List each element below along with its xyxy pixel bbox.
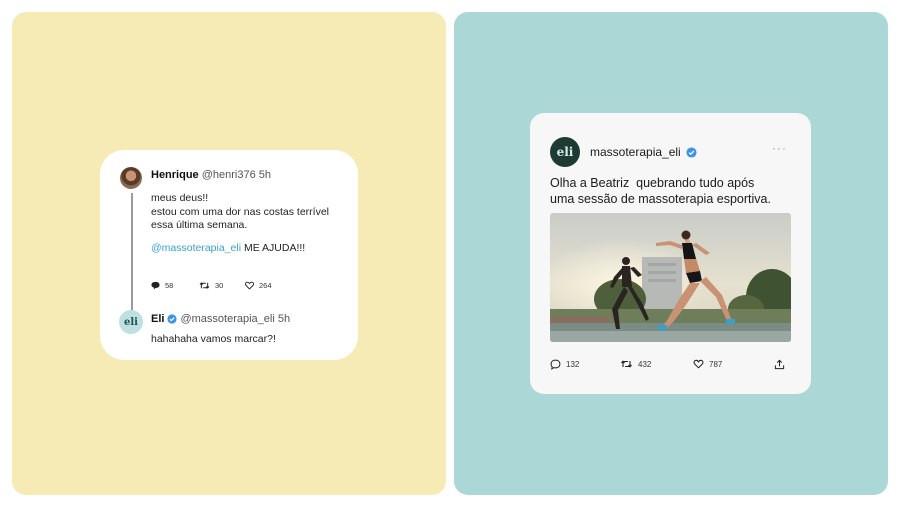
reply-button[interactable]: 58 bbox=[151, 281, 199, 290]
reply-count: 58 bbox=[165, 281, 174, 290]
retweet-icon bbox=[621, 360, 632, 368]
reply-body: hahahaha vamos marcar?! bbox=[151, 333, 276, 345]
tweet-line: meus deus!! bbox=[151, 192, 209, 204]
retweet-button[interactable]: 30 bbox=[199, 281, 245, 290]
tweet-actions: 58 30 264 bbox=[151, 281, 272, 290]
like-count: 264 bbox=[259, 281, 272, 290]
heart-icon bbox=[693, 359, 704, 369]
heart-icon bbox=[245, 281, 254, 290]
tweet-header: Henrique @henri376 5h bbox=[151, 169, 271, 181]
reply-header: Eli @massoterapia_eli 5h bbox=[151, 313, 290, 325]
author-name[interactable]: Eli bbox=[151, 313, 164, 325]
comment-count: 132 bbox=[566, 360, 580, 369]
comment-icon bbox=[550, 359, 561, 370]
post-card: eli massoterapia_eli ··· Olha a Beatriz … bbox=[530, 113, 811, 394]
retweet-count: 432 bbox=[638, 359, 652, 369]
avatar-text: eli bbox=[124, 316, 138, 328]
retweet-button[interactable]: 432 bbox=[620, 359, 651, 369]
post-actions: 132 432 787 bbox=[550, 359, 791, 373]
retweet-icon bbox=[199, 282, 210, 289]
tweet-thread-card: Henrique @henri376 5h meus deus!! estou … bbox=[100, 150, 358, 360]
like-count: 787 bbox=[709, 359, 723, 369]
like-button[interactable]: 264 bbox=[245, 281, 272, 290]
avatar[interactable] bbox=[120, 167, 142, 189]
speech-bubble-icon bbox=[151, 281, 160, 290]
avatar[interactable]: eli bbox=[550, 137, 580, 167]
tweet-line: estou com uma dor nas costas terrível bbox=[151, 205, 329, 218]
avatar[interactable]: eli bbox=[119, 310, 143, 334]
verified-badge-icon bbox=[686, 146, 697, 158]
post-header: massoterapia_eli bbox=[590, 145, 697, 159]
author-meta: @massoterapia_eli 5h bbox=[180, 313, 291, 325]
share-button[interactable] bbox=[774, 359, 785, 370]
more-options-icon[interactable]: ··· bbox=[772, 141, 787, 155]
author-handle[interactable]: massoterapia_eli bbox=[590, 145, 681, 159]
thread-connector-line bbox=[131, 193, 133, 313]
author-meta: @henri376 5h bbox=[201, 169, 272, 181]
verified-badge-icon bbox=[167, 314, 178, 324]
mention-suffix: ME AJUDA!!! bbox=[241, 242, 306, 254]
share-icon bbox=[774, 359, 785, 370]
post-text: Olha a Beatriz quebrando tudo após uma s… bbox=[550, 176, 771, 206]
tweet-line: essa última semana. bbox=[151, 219, 248, 231]
comment-button[interactable]: 132 bbox=[550, 359, 579, 370]
mention-link[interactable]: @massoterapia_eli bbox=[151, 242, 241, 254]
author-name[interactable]: Henrique bbox=[151, 169, 199, 181]
post-photo[interactable] bbox=[550, 213, 791, 342]
tweet-mention-line: @massoterapia_eli ME AJUDA!!! bbox=[151, 242, 305, 254]
tweet-body: meus deus!! estou com uma dor nas costas… bbox=[151, 192, 329, 233]
retweet-count: 30 bbox=[215, 281, 224, 290]
like-button[interactable]: 787 bbox=[693, 359, 722, 369]
avatar-text: eli bbox=[556, 145, 574, 159]
